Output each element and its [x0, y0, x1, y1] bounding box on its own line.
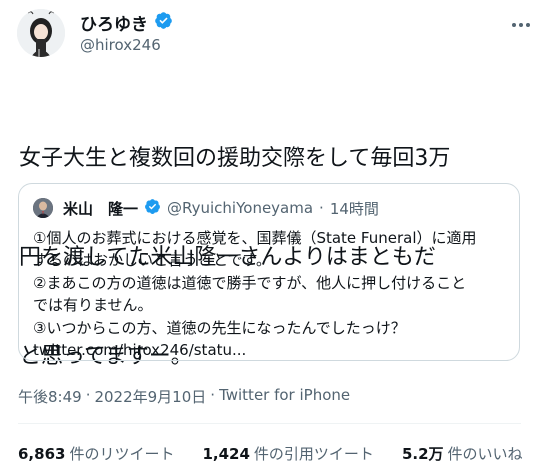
quoted-header: 米山 隆一 @RyuichiYoneyama · 14時間 [63, 197, 379, 219]
tweet-source: Twitter for iPhone [219, 386, 351, 404]
separator-dot: · [85, 386, 91, 404]
tweet-date[interactable]: 2022年9月10日 [94, 386, 206, 407]
like-label: 件のいいね [447, 445, 523, 463]
avatar-illustration-icon [17, 9, 65, 57]
quoted-text-line: ③いつからこの方、道徳の先生になったんでしたっけ？ [33, 318, 406, 337]
quote-label: 件の引用ツイート [253, 445, 374, 463]
tweet-time[interactable]: 午後8:49 [18, 386, 82, 407]
quoted-tweet-card[interactable]: 米山 隆一 @RyuichiYoneyama · 14時間 ①個人のお葬式におけ… [18, 183, 520, 361]
quoted-text-line: ②まあこの方の道徳は道徳で勝手ですが、他人に押し付けること [33, 273, 467, 292]
avatar-photo-icon [33, 198, 53, 218]
tweet-text-line: 女子大生と複数回の援助交際をして毎回3万 [19, 146, 451, 171]
retweet-count-link[interactable]: 6,863 件のリツイート [18, 443, 174, 464]
quote-count: 1,424 [202, 445, 250, 463]
quote-count-link[interactable]: 1,424 件の引用ツイート [202, 443, 373, 464]
quoted-timestamp: 14時間 [329, 199, 379, 218]
quoted-link: twitter.com/hirox246/statu... [33, 341, 247, 360]
quoted-text-line: するのはおかしいと言うことです。 [33, 251, 272, 270]
quoted-text-line: では有りません。 [33, 296, 153, 315]
quoted-handle: @RyuichiYoneyama [167, 199, 314, 217]
author-display-name[interactable]: ひろゆき [80, 10, 148, 35]
tweet-meta: 午後8:49 · 2022年9月10日 · Twitter for iPhone [18, 386, 350, 407]
verified-badge-icon [154, 11, 173, 34]
divider [18, 423, 521, 424]
like-count-link[interactable]: 5.2万 件のいいね [402, 443, 523, 464]
separator-dot: · [210, 386, 216, 404]
like-count: 5.2万 [401, 445, 444, 463]
author-avatar[interactable] [17, 9, 65, 57]
retweet-label: 件のリツイート [69, 445, 175, 463]
quoted-text-line: ①個人のお葬式における感覚を、国葬儀（State Funeral）に適用 [33, 229, 477, 247]
engagement-stats: 6,863 件のリツイート 1,424 件の引用ツイート 5.2万 件のいいね [18, 443, 539, 464]
quoted-display-name: 米山 隆一 [63, 199, 139, 218]
author-name-row: ひろゆき [80, 10, 173, 35]
quoted-author-avatar[interactable] [33, 198, 53, 218]
verified-badge-icon [144, 198, 161, 219]
separator-dot: · [319, 199, 324, 217]
author-handle[interactable]: @hirox246 [80, 36, 161, 54]
more-options-button[interactable] [509, 16, 533, 28]
more-dots-icon [512, 23, 530, 27]
quoted-text: ①個人のお葬式における感覚を、国葬儀（State Funeral）に適用 するの… [33, 227, 509, 361]
retweet-count: 6,863 [18, 445, 66, 463]
